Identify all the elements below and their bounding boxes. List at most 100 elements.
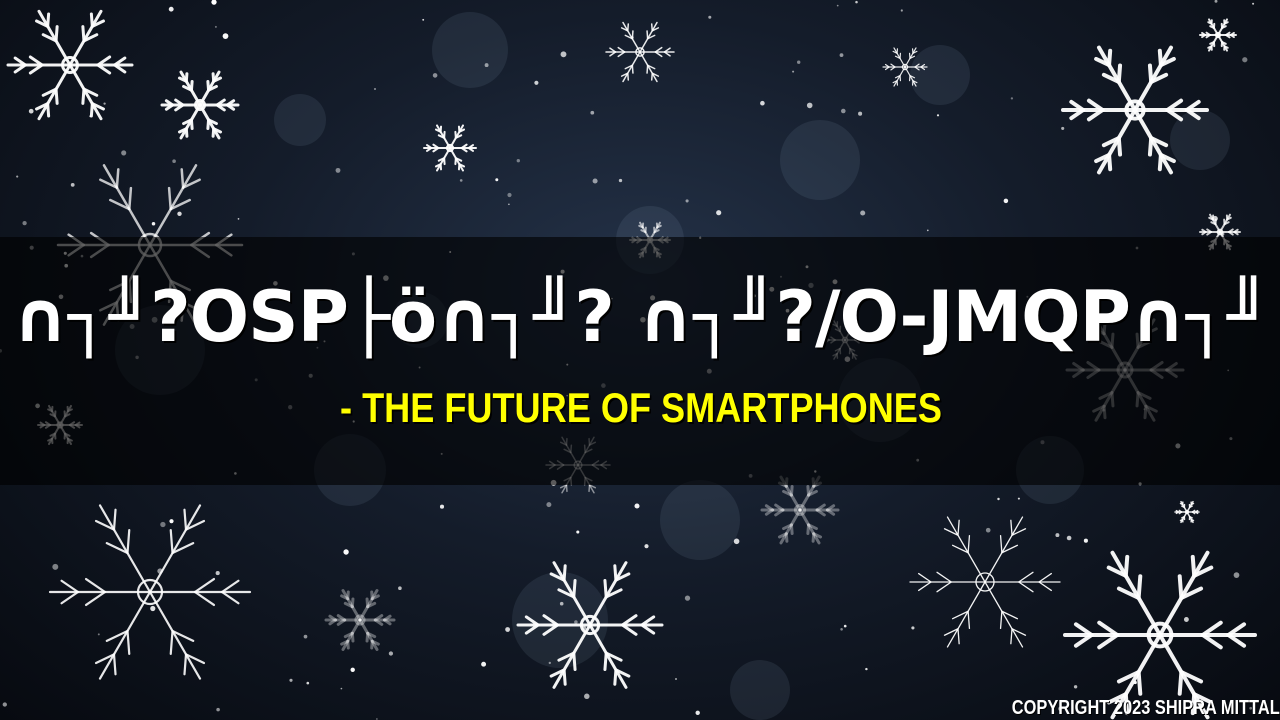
snow-dot — [860, 210, 866, 216]
snow-dot — [388, 651, 394, 656]
snow-dot — [1003, 198, 1009, 204]
snow-dot — [151, 221, 156, 226]
snow-dot — [459, 179, 463, 182]
snow-dot — [685, 199, 689, 203]
snow-dot — [900, 9, 903, 12]
snow-dot — [350, 667, 355, 672]
snow-dot — [508, 203, 510, 206]
snow-dot — [841, 108, 846, 114]
snow-dot — [2, 702, 7, 707]
snow-dot — [836, 4, 839, 7]
snow-dot — [806, 102, 813, 109]
snow-dot — [432, 73, 438, 78]
snow-dot — [1242, 57, 1248, 63]
snow-dot — [590, 110, 595, 115]
snowflake-icon — [160, 70, 240, 140]
snow-dot — [548, 661, 551, 665]
snow-dot — [559, 601, 564, 606]
snow-dot — [1017, 497, 1020, 500]
snow-dot — [708, 15, 712, 19]
snowflake-icon — [1174, 500, 1200, 524]
snow-dot — [911, 626, 915, 630]
snowflake-icon — [760, 475, 840, 545]
snow-dot — [150, 605, 156, 612]
snow-dot — [52, 563, 59, 570]
snow-dot — [289, 678, 293, 682]
snow-dot — [1133, 680, 1137, 685]
bokeh-circle — [660, 480, 740, 560]
snow-dot — [70, 183, 75, 187]
snow-dot — [926, 229, 929, 232]
snowflake-icon — [423, 124, 477, 172]
snow-dot — [211, 0, 217, 5]
snow-dot — [157, 568, 163, 574]
snow-dot — [997, 497, 1000, 501]
snow-dot — [546, 502, 552, 508]
snow-dot — [985, 527, 991, 533]
snow-dot — [121, 150, 127, 156]
snow-dot — [1010, 97, 1014, 100]
bokeh-circle — [910, 45, 970, 105]
snowflake-icon — [605, 21, 675, 83]
snow-dot — [343, 549, 349, 555]
snow-dot — [760, 100, 765, 106]
snow-dot — [644, 544, 649, 549]
snow-dot — [169, 519, 174, 524]
page-title: ∩┐╜?OSP├ö∩┐╜? ∩┐╜?/O-JMQP∩┐╜ — [11, 276, 1269, 358]
snow-dot — [733, 538, 740, 545]
snow-dot — [340, 687, 343, 690]
snow-dot — [303, 634, 308, 639]
snow-dot — [858, 111, 863, 116]
snow-dot — [574, 620, 578, 624]
snow-dot — [1061, 126, 1065, 130]
snow-dot — [797, 60, 801, 64]
bokeh-circle — [780, 120, 860, 200]
snow-dot — [422, 18, 425, 21]
snow-dot — [237, 218, 240, 220]
snow-dot — [865, 667, 868, 671]
snow-dot — [592, 178, 598, 184]
snow-dot — [716, 210, 722, 216]
snow-dot — [1220, 232, 1225, 236]
snow-dot — [516, 159, 520, 163]
snow-dot — [1183, 617, 1189, 622]
snow-dot — [507, 192, 512, 198]
snow-dot — [1233, 572, 1240, 578]
snow-dot — [1252, 2, 1255, 5]
snow-dot — [22, 220, 27, 226]
snow-dot — [215, 571, 220, 576]
snowflake-icon — [909, 516, 1061, 648]
snow-dot — [481, 661, 487, 667]
snow-dot — [684, 595, 691, 601]
snow-dot — [89, 115, 92, 118]
snow-dot — [1073, 685, 1078, 689]
snow-dot — [398, 586, 402, 591]
snow-dot — [222, 33, 229, 39]
snow-dot — [560, 51, 567, 58]
snow-dot — [97, 633, 100, 636]
snow-dot — [373, 87, 377, 91]
snow-dot — [216, 707, 220, 712]
snow-dot — [840, 628, 843, 631]
snow-dot — [505, 627, 510, 632]
bokeh-circle — [274, 94, 326, 146]
snow-dot — [1212, 215, 1218, 222]
copyright-notice: COPYRIGHT 2023 SHIPRA MITTAL — [1012, 697, 1280, 719]
snow-dot — [855, 0, 858, 4]
snow-dot — [576, 530, 580, 534]
bokeh-circle — [730, 660, 790, 720]
snow-dot — [484, 63, 489, 68]
snow-dot — [335, 167, 341, 173]
snow-dot — [188, 119, 192, 122]
snow-dot — [1055, 533, 1060, 538]
snow-dot — [1066, 535, 1072, 541]
snow-dot — [177, 211, 182, 217]
snow-dot — [168, 6, 174, 12]
snow-dot — [630, 36, 634, 39]
snowflake-icon — [324, 589, 396, 651]
snow-dot — [843, 624, 847, 628]
snowflake-icon — [1199, 18, 1237, 52]
snow-dot — [214, 25, 217, 28]
snow-dot — [160, 521, 166, 528]
snow-dot — [28, 108, 34, 114]
